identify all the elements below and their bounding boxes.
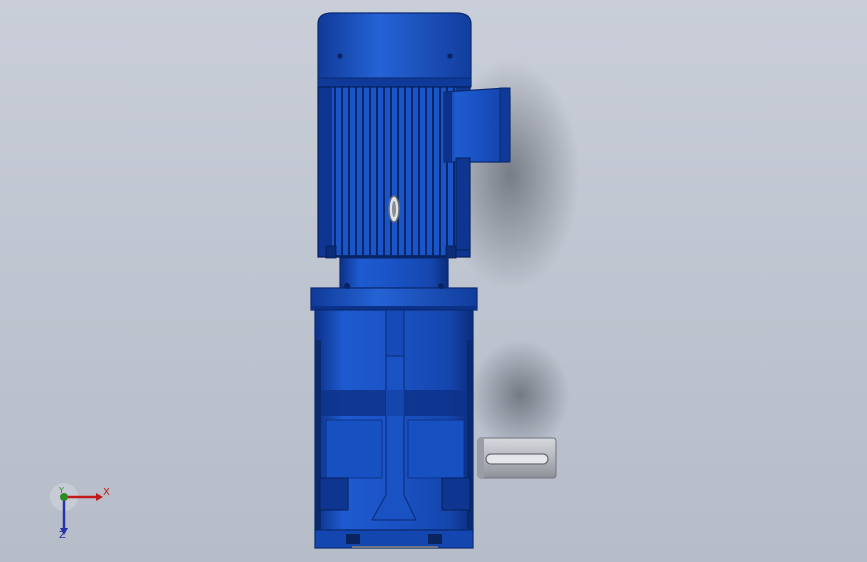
- cover-screw: [337, 53, 343, 59]
- output-shaft[interactable]: [477, 437, 557, 479]
- motor-cooling-fins: [330, 87, 458, 255]
- cover-screw: [447, 53, 453, 59]
- drop-shadow-lower: [470, 340, 570, 450]
- shaft-keyway: [485, 453, 549, 465]
- motor-fan-cover[interactable]: [317, 12, 472, 88]
- gearbox-housing[interactable]: [314, 309, 474, 549]
- graphics-viewport[interactable]: X Y Z: [0, 0, 867, 562]
- x-axis-label: X: [103, 487, 110, 498]
- y-axis-label: Y: [59, 486, 64, 495]
- z-axis-label: Z: [59, 530, 66, 541]
- motor-flange[interactable]: [310, 257, 478, 311]
- flange-bolt: [438, 283, 444, 289]
- lifting-eye-hole: [392, 201, 396, 217]
- gear-motor-model[interactable]: [0, 0, 867, 562]
- mounting-foot: [319, 477, 349, 511]
- flange-bolt: [344, 283, 350, 289]
- mounting-foot: [441, 477, 471, 511]
